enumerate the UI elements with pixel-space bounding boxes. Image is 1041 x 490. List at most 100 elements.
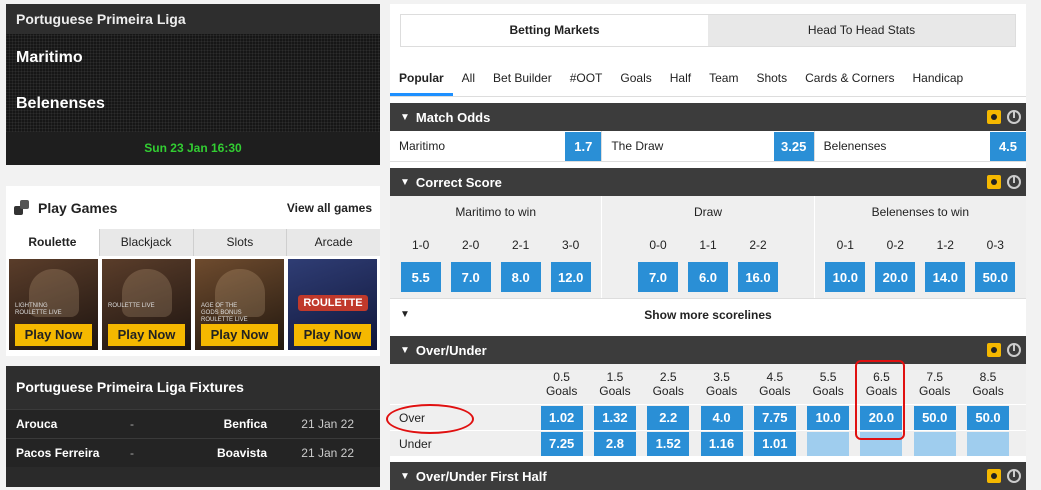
odds-button[interactable]: 1.32 [593,405,636,430]
tab-bet-builder[interactable]: Bet Builder [484,59,561,96]
game-tile[interactable]: Roulette Live Play Now [102,259,191,350]
odds-button[interactable]: 50.0 [975,262,1016,292]
chevron-down-icon: ▼ [400,344,410,356]
price-slot: 20.0 [855,405,908,430]
odds-button[interactable]: 6.0 [687,262,728,292]
odds-button[interactable]: 50.0 [913,405,956,430]
tab-shots[interactable]: Shots [747,59,796,96]
odds-button[interactable] [860,431,903,456]
odds-button[interactable]: 7.75 [753,405,796,430]
column-header: Maritimo to win [455,205,536,219]
tab-arcade[interactable]: Arcade [287,229,380,256]
odds-button[interactable]: 50.0 [967,405,1010,430]
game-tile[interactable]: Roulette Play Now [288,259,377,350]
goal-line-value: 4.5 [766,370,784,384]
tab-goals[interactable]: Goals [611,59,660,96]
correct-score-header[interactable]: ▼ Correct Score [390,168,1026,196]
score-label: 3-0 [561,238,580,252]
game-tile[interactable]: Age of the Gods Bonus Roulette Live Play… [195,259,284,350]
league-title: Portuguese Primeira Liga [6,4,380,34]
play-now-button[interactable]: Play Now [15,324,92,346]
clock-icon[interactable] [1007,110,1021,124]
odds-button[interactable]: 12.0 [550,262,591,292]
game-name: Roulette [298,295,368,311]
odds-button[interactable]: 7.0 [450,262,491,292]
odds-button[interactable]: 7.25 [540,431,583,456]
tab-slots[interactable]: Slots [193,229,288,256]
odds-button[interactable]: 4.5 [989,131,1026,161]
live-stream-icon[interactable] [987,469,1001,483]
clock-icon[interactable] [1007,175,1021,189]
fixture-home: Arouca [16,417,58,431]
odds-button[interactable]: 20.0 [875,262,916,292]
over-under-first-half-header[interactable]: ▼ Over/Under First Half [390,462,1026,490]
odds-button[interactable]: 1.02 [540,405,583,430]
live-stream-icon[interactable] [987,110,1001,124]
odds-button[interactable]: 1.52 [647,431,690,456]
odds-button[interactable]: 8.0 [500,262,541,292]
odds-button[interactable]: 1.01 [753,431,796,456]
odds-button[interactable] [807,431,850,456]
odds-button[interactable]: 2.8 [593,431,636,456]
odds-button[interactable]: 4.0 [700,405,743,430]
game-tile[interactable]: Lightning Roulette Live Play Now [9,259,98,350]
fixture-row[interactable]: Pacos Ferreira - Boavista 21 Jan 22 [6,438,380,467]
goal-line-label: 5.5 Goals [801,364,854,404]
correct-score-columns: Maritimo to win 1-0 2-0 2-1 3-0 5.5 7.0 … [390,196,1026,298]
tab-all[interactable]: All [453,59,484,96]
show-more-scorelines[interactable]: ▼ Show more scorelines [390,298,1026,330]
tab-roulette[interactable]: Roulette [6,229,100,256]
price-slot: 1.16 [695,431,748,456]
odds-button[interactable]: 3.25 [773,131,814,161]
clock-icon[interactable] [1007,343,1021,357]
play-now-button[interactable]: Play Now [108,324,185,346]
tab-cards-corners[interactable]: Cards & Corners [796,59,903,96]
tab-team[interactable]: Team [700,59,747,96]
view-toggle: Betting Markets Head To Head Stats [400,14,1016,47]
tab-half[interactable]: Half [661,59,700,96]
over-prices: 1.02 1.32 2.2 4.0 7.75 10.0 20.0 50.0 50.0 [535,405,1015,430]
fixture-separator: - [130,446,134,460]
odds-button[interactable] [913,431,956,456]
odds-button[interactable]: 1.7 [565,131,602,161]
tab-handicap[interactable]: Handicap [904,59,973,96]
odds-button[interactable]: 1.16 [700,431,743,456]
play-now-button[interactable]: Play Now [201,324,278,346]
odds-button[interactable]: 20.0 [860,405,903,430]
odds-button[interactable]: 2.2 [647,405,690,430]
tab-popular[interactable]: Popular [390,59,453,96]
odds-button[interactable]: 14.0 [925,262,966,292]
odds-button[interactable]: 5.5 [400,262,441,292]
betting-markets-toggle[interactable]: Betting Markets [401,15,708,46]
over-under-header[interactable]: ▼ Over/Under [390,336,1026,364]
match-header-card: Portuguese Primeira Liga Maritimo Belene… [6,4,380,165]
play-now-button[interactable]: Play Now [294,324,371,346]
clock-icon[interactable] [1007,469,1021,483]
odds-button[interactable]: 7.0 [637,262,678,292]
odds-button[interactable]: 10.0 [807,405,850,430]
score-prices: 10.0 20.0 14.0 50.0 [815,262,1026,298]
match-odds-header[interactable]: ▼ Match Odds [390,103,1026,131]
score-label: 2-2 [749,238,767,252]
tab-blackjack[interactable]: Blackjack [99,229,194,256]
goal-line-unit: Goals [865,384,898,398]
price-slot: 1.52 [642,431,695,456]
live-stream-icon[interactable] [987,343,1001,357]
goal-line-label: 3.5 Goals [695,364,748,404]
price-slot [908,431,961,456]
kickoff-time: Sun 23 Jan 16:30 [6,132,380,165]
view-all-games-link[interactable]: View all games [287,201,372,215]
odds-button[interactable]: 16.0 [737,262,778,292]
odds-button[interactable] [967,431,1010,456]
price-slot: 7.75 [748,405,801,430]
goal-line-label: 4.5 Goals [748,364,801,404]
tab-oot[interactable]: #OOT [561,59,612,96]
match-odds-row: Maritimo 1.7 The Draw 3.25 Belenenses 4.… [390,131,1026,162]
head-to-head-toggle[interactable]: Head To Head Stats [708,15,1015,46]
market-title: Over/Under [415,342,487,358]
live-stream-icon[interactable] [987,175,1001,189]
show-more-label: Show more scorelines [644,307,772,322]
score-label: 0-3 [986,238,1004,252]
odds-button[interactable]: 10.0 [825,262,866,292]
fixture-row[interactable]: Arouca - Benfica 21 Jan 22 [6,409,380,438]
